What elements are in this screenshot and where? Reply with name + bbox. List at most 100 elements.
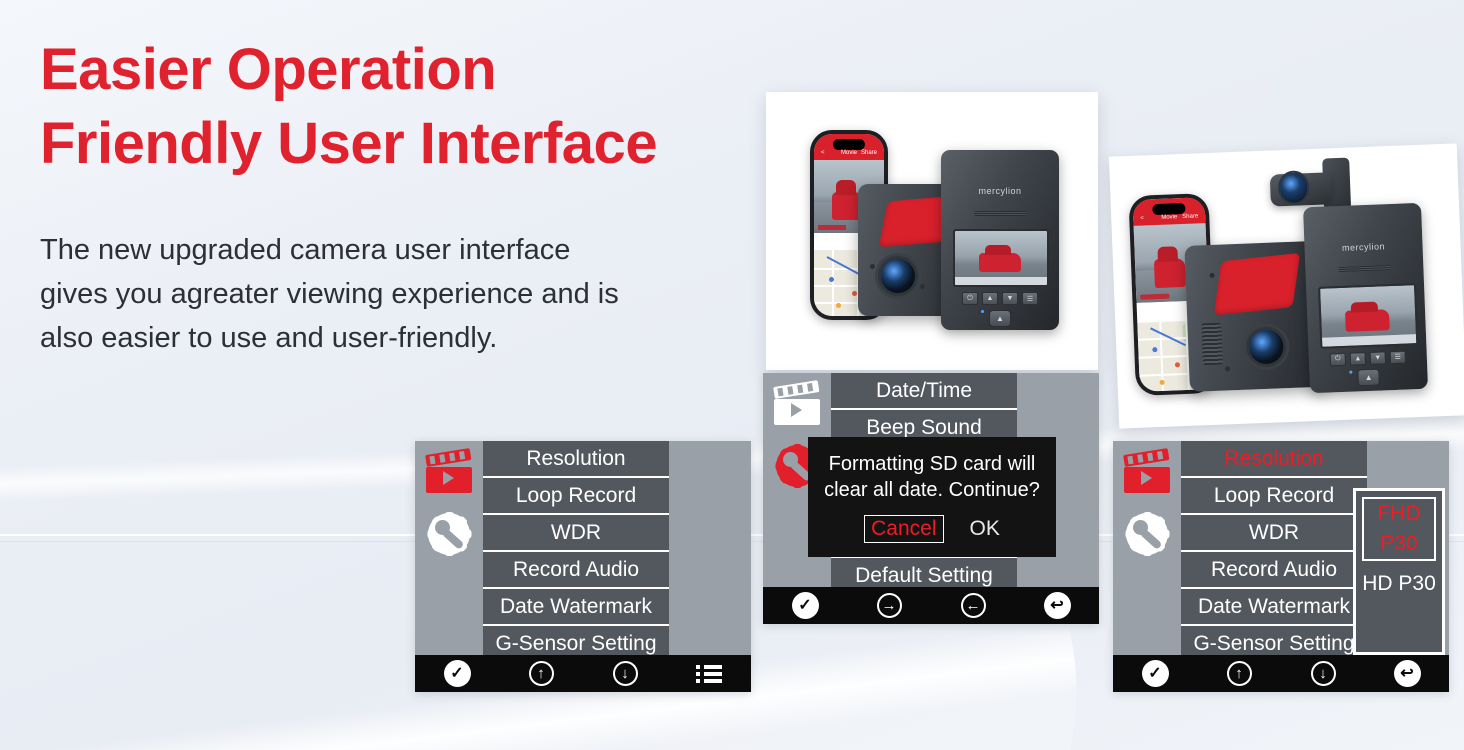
product-scene: < Movie Share mercylion ⏻ ▲ ▼ ☰ ▲ [1109,143,1464,428]
arrow-left-icon: ← [960,593,986,618]
arrow-down-icon: ↓ [612,661,638,686]
toolbar-back-button[interactable]: ↩ [1015,592,1099,619]
menu-item-date-time[interactable]: Date/Time [831,373,1017,410]
back-return-icon: ↩ [1393,660,1421,687]
dashcam-front-unit: mercylion ⏻ ▲ ▼ ☰ ▲ [941,150,1059,330]
toolbar-confirm-button[interactable]: ✓ [763,592,847,619]
display-red-car [978,244,1022,273]
rear-camera-unit [1269,157,1352,213]
status-led [1349,370,1353,374]
dashcam-screw-dot [920,284,925,289]
display-info-bar [955,276,1047,286]
menu-item-wdr[interactable]: WDR [483,515,669,552]
map-pin [851,291,857,297]
down-button: ▼ [1369,351,1387,365]
camera-ui-main-menu: Resolution Loop Record WDR Record Audio … [415,441,751,692]
display-info-bar [1321,333,1417,347]
power-button: ⏻ [1329,352,1347,367]
camera-ui-format-dialog: Date/Time Beep Sound Default Setting For… [763,373,1099,624]
toolbar-down-button[interactable]: ↓ [583,661,667,686]
resolution-option-hd-p30[interactable]: HD P30 [1356,569,1442,599]
brand-label: mercylion [978,186,1022,196]
bottom-toolbar: ✓ ↑ ↓ ↩ [1113,655,1449,692]
product-photo-secondary: < Movie Share mercylion ⏻ ▲ ▼ ☰ ▲ [1108,143,1464,429]
headline-line-2: Friendly User Interface [40,111,658,176]
video-clapperboard-icon[interactable] [1123,448,1170,493]
menu-button: ☰ [1389,350,1407,365]
product-photo-primary: < Movie Share mercylion ⏻ ▲ ▼ ☰ ▲ [766,92,1098,370]
menu-item-record-audio[interactable]: Record Audio [1181,552,1367,589]
display-red-car [1345,309,1390,332]
check-icon: ✓ [791,592,819,619]
menu-item-date-watermark[interactable]: Date Watermark [483,589,669,626]
phone-notch [832,139,866,150]
dashcam-display [953,229,1049,288]
map-pin [1152,346,1158,352]
toolbar-back-button[interactable]: ↩ [1365,660,1449,687]
app-share-label: Share [860,150,877,156]
check-icon: ✓ [443,660,471,687]
toolbar-down-button[interactable]: ↓ [1281,661,1365,686]
menu-button: ☰ [1022,292,1038,306]
toolbar-confirm-button[interactable]: ✓ [1113,660,1197,687]
dashcam-speaker-vent [974,211,1026,217]
dashcam-button-row: ⏻ ▲ ▼ ☰ [941,292,1059,306]
app-title-label: Movie [1161,214,1178,221]
video-clapperboard-icon[interactable] [773,380,820,425]
bottom-toolbar: ✓ → ← ↩ [763,587,1099,624]
menu-item-loop-record[interactable]: Loop Record [483,478,669,515]
app-back-label: < [821,150,825,156]
app-navbar-labels: < Movie Share [814,150,884,156]
format-confirm-dialog: Formatting SD card will clear all date. … [808,437,1056,557]
app-back-label: < [1140,215,1144,222]
menu-item-resolution[interactable]: Resolution [483,441,669,478]
gear-wrench-icon[interactable] [1125,512,1169,556]
toolbar-left-button[interactable]: ← [931,593,1015,618]
product-scene: < Movie Share mercylion ⏻ ▲ ▼ ☰ ▲ [766,92,1098,370]
menu-item-date-watermark[interactable]: Date Watermark [1181,589,1367,626]
dashcam-red-top-panel [1213,252,1301,316]
power-button: ⏻ [962,292,978,306]
check-icon: ✓ [1141,660,1169,687]
gear-wrench-icon[interactable] [427,512,471,556]
back-return-icon: ↩ [1043,592,1071,619]
up-button: ▲ [982,292,998,306]
menu-item-wdr[interactable]: WDR [1181,515,1367,552]
video-red-car [1153,257,1187,289]
video-clapperboard-icon[interactable] [425,448,472,493]
video-watermark [818,224,846,230]
toolbar-up-button[interactable]: ↑ [1197,661,1281,686]
map-pin [1159,379,1165,385]
emergency-lock-button: ▲ [1357,368,1380,387]
ok-button[interactable]: OK [970,516,1000,542]
dashcam-front-unit: mercylion ⏻ ▲ ▼ ☰ ▲ [1302,202,1429,394]
headline-line-1: Easier Operation [40,37,497,102]
dashcam-lens [878,256,918,296]
resolution-option-fhd-p30[interactable]: FHD P30 [1362,497,1436,561]
arrow-up-icon: ↑ [1226,661,1252,686]
resolution-options-panel: FHD P30 HD P30 [1353,488,1445,655]
dashcam-screw-dot [870,264,875,269]
toolbar-menu-button[interactable] [667,664,751,683]
menu-item-resolution[interactable]: Resolution [1181,441,1367,478]
toolbar-confirm-button[interactable]: ✓ [415,660,499,687]
menu-item-loop-record[interactable]: Loop Record [1181,478,1367,515]
menu-item-record-audio[interactable]: Record Audio [483,552,669,589]
toolbar-right-button[interactable]: → [847,593,931,618]
page-description: The new upgraded camera user interface g… [40,234,619,354]
up-button: ▲ [1349,352,1367,366]
dashcam-vent-grille [1201,322,1223,366]
toolbar-up-button[interactable]: ↑ [499,661,583,686]
map-pin [836,302,842,308]
dialog-message-line-1: Formatting SD card will [828,453,1036,475]
cancel-button[interactable]: Cancel [864,515,944,543]
arrow-up-icon: ↑ [528,661,554,686]
dialog-button-row: Cancel OK [864,515,1000,543]
bottom-toolbar: ✓ ↑ ↓ [415,655,751,692]
dialog-message-line-2: clear all date. Continue? [824,479,1040,501]
map-pin [1174,362,1181,368]
down-button: ▼ [1002,292,1018,306]
arrow-right-icon: → [876,593,902,618]
menu-item-list: Resolution Loop Record WDR Record Audio … [1181,441,1367,663]
app-share-label: Share [1182,213,1199,221]
